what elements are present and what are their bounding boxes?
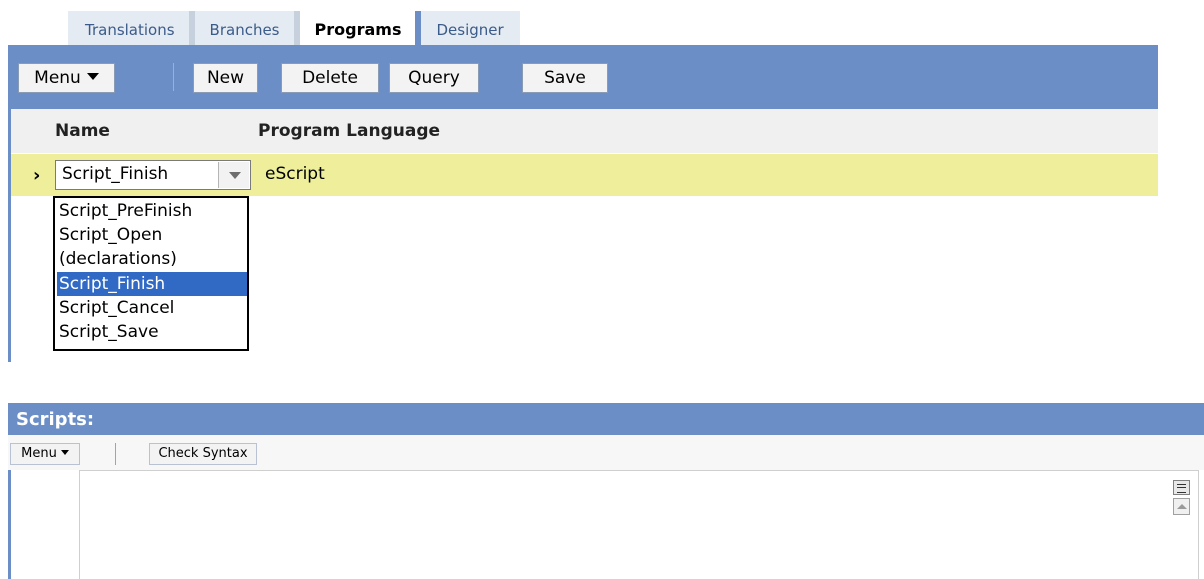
tab-branches[interactable]: Branches bbox=[194, 11, 300, 45]
dropdown-arrow-icon[interactable] bbox=[218, 162, 249, 188]
delete-button[interactable]: Delete bbox=[281, 63, 379, 93]
caret-down-icon bbox=[60, 450, 69, 455]
tab-translations[interactable]: Translations bbox=[68, 11, 195, 45]
new-button[interactable]: New bbox=[193, 63, 258, 93]
scroll-up-arrow-icon[interactable] bbox=[1173, 498, 1190, 515]
caret-down-icon bbox=[86, 72, 99, 80]
dropdown-option[interactable]: Script_Save bbox=[57, 320, 247, 344]
query-button[interactable]: Query bbox=[389, 63, 479, 93]
name-dropdown-list: Script_PreFinish Script_Open (declaratio… bbox=[53, 196, 249, 351]
row-selector-chevron-icon: › bbox=[33, 165, 41, 186]
tab-programs[interactable]: Programs bbox=[299, 11, 422, 45]
dropdown-option[interactable]: Script_Cancel bbox=[57, 296, 247, 320]
column-header-row: Name Program Language bbox=[11, 109, 1158, 153]
programs-toolbar: Menu New Delete Query Save bbox=[8, 45, 1158, 109]
scripts-menu-button[interactable]: Menu bbox=[10, 443, 80, 465]
scripts-menu-label: Menu bbox=[21, 446, 57, 461]
name-combobox[interactable]: Script_Finish bbox=[55, 160, 251, 190]
dropdown-option-selected[interactable]: Script_Finish bbox=[57, 272, 247, 296]
program-language-cell[interactable]: eScript bbox=[265, 164, 325, 184]
menu-label: Menu bbox=[34, 68, 81, 88]
save-button[interactable]: Save bbox=[522, 63, 608, 93]
toolbar-separator bbox=[173, 63, 174, 91]
toolbar-separator bbox=[115, 443, 116, 465]
table-row[interactable]: › Script_Finish eScript bbox=[11, 154, 1158, 196]
name-combobox-value: Script_Finish bbox=[62, 164, 169, 184]
programs-applet: Menu New Delete Query Save Name Program … bbox=[8, 45, 1158, 362]
check-syntax-button[interactable]: Check Syntax bbox=[149, 443, 257, 465]
scripts-title: Scripts: bbox=[8, 403, 1204, 435]
tab-designer[interactable]: Designer bbox=[421, 11, 520, 45]
column-header-program-language[interactable]: Program Language bbox=[258, 121, 440, 141]
script-editor[interactable] bbox=[79, 470, 1199, 579]
column-header-name[interactable]: Name bbox=[55, 121, 110, 141]
dropdown-option[interactable]: (declarations) bbox=[57, 247, 247, 271]
editor-menu-icon[interactable] bbox=[1173, 480, 1190, 495]
scripts-body bbox=[8, 470, 1204, 579]
scripts-applet: Scripts: Menu Check Syntax bbox=[8, 403, 1204, 579]
tab-bar: Translations Branches Programs Designer bbox=[68, 11, 520, 45]
dropdown-option[interactable]: Script_PreFinish bbox=[57, 199, 247, 223]
menu-button[interactable]: Menu bbox=[18, 63, 115, 93]
dropdown-option[interactable]: Script_Open bbox=[57, 223, 247, 247]
scripts-toolbar: Menu Check Syntax bbox=[8, 435, 1204, 470]
